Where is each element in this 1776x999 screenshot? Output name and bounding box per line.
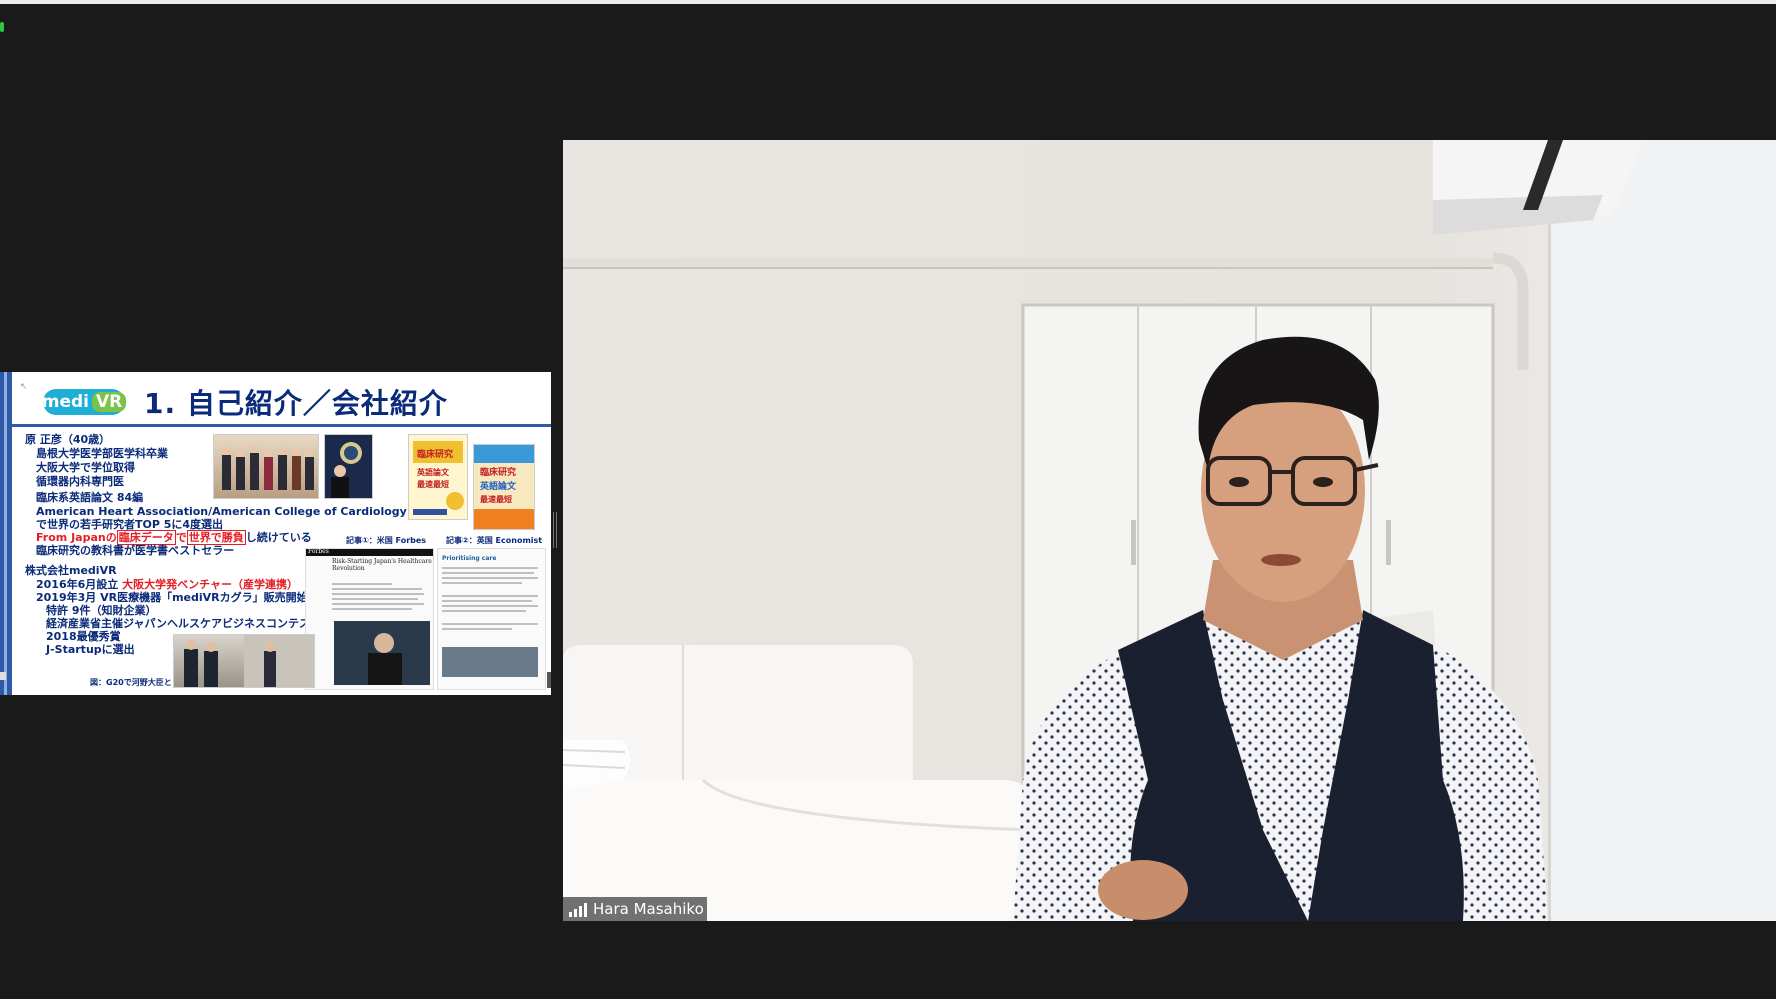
caption-economist: 記事②：英国 Economist: [446, 536, 543, 545]
book-cover-2: 臨床研究 英語論文 最速最短: [473, 444, 535, 530]
slide-left-bar-accent: [4, 372, 7, 695]
book-cover-1: 臨床研究 英語論文 最速最短: [408, 434, 468, 520]
signal-strength-icon: [569, 902, 587, 917]
economist-article: Prioritising care: [437, 548, 546, 690]
svg-text:最速最短: 最速最短: [480, 494, 512, 504]
participant-name-tag: Hara Masahiko: [563, 897, 707, 921]
slide-line-patents: 特許 9件（知財企業）: [46, 604, 157, 617]
cursor-icon: ↖: [20, 382, 28, 392]
slide-header-divider: [12, 424, 551, 427]
slide-line-name: 原 正彦（40歳）: [25, 433, 111, 446]
slide-scroll-right-handle[interactable]: [547, 672, 551, 688]
svg-text:臨床研究: 臨床研究: [417, 448, 453, 460]
slide-line-edu1: 島根大学医学部医学科卒業: [36, 447, 168, 460]
slide-line-company: 株式会社mediVR: [25, 564, 117, 577]
participant-video[interactable]: [563, 140, 1776, 921]
slide-line-product: 2019年3月 VR医療機器「mediVRカグラ」販売開始: [36, 591, 308, 604]
slide-line-award: 2018最優秀賞: [46, 630, 121, 643]
connection-indicator-icon: [0, 22, 4, 32]
shared-screen-slide[interactable]: ↖ medi VR 1. 自己紹介／会社紹介 原 正彦（40歳） 島根大学医学部医…: [0, 372, 551, 695]
panel-resize-handle[interactable]: [553, 512, 557, 548]
slide-line-bestseller: 臨床研究の教科書が医学書ベストセラー: [36, 544, 235, 557]
slide-line-from-japan: From Japanの 臨床データで世界で勝負 し続けている: [36, 530, 312, 545]
video-scene: [563, 140, 1776, 921]
forbes-photo: [334, 621, 430, 685]
slide-scroll-left-handle[interactable]: [0, 672, 6, 680]
slide-line-edu2: 大阪大学で学位取得: [36, 461, 135, 474]
slide-line-papers: 臨床系英語論文 84編: [36, 491, 144, 504]
award-photo: [324, 434, 373, 499]
forbes-article: Forbes Risk-Starting Japan's Healthcare …: [305, 548, 434, 690]
slide-line-founded: 2016年6月設立 大阪大学発ベンチャー（産学連携）: [36, 578, 298, 591]
top-window-strip: [0, 0, 1776, 4]
svg-text:臨床研究: 臨床研究: [480, 466, 516, 478]
slide-line-specialty: 循環器内科専門医: [36, 475, 124, 488]
g20-photo: [173, 634, 315, 688]
economist-headline: Prioritising care: [442, 555, 497, 562]
slide-line-contest: 経済産業省主催ジャパンヘルスケアビジネスコンテスト: [46, 617, 321, 630]
forbes-brand: Forbes: [308, 548, 329, 555]
group-photo: [213, 434, 319, 499]
slide-title: 1. 自己紹介／会社紹介: [144, 387, 448, 420]
participant-name: Hara Masahiko: [593, 900, 704, 918]
forbes-headline: Risk-Starting Japan's Healthcare Revolut…: [332, 558, 432, 572]
caption-forbes: 記事①：米国 Forbes: [346, 536, 427, 545]
economist-photo: [442, 647, 538, 677]
svg-text:英語論文: 英語論文: [416, 467, 450, 477]
svg-text:最速最短: 最速最短: [417, 479, 449, 489]
svg-text:英語論文: 英語論文: [479, 480, 517, 492]
slide-line-jstartup: J-Startupに選出: [46, 643, 135, 656]
medivr-logo: medi VR: [42, 389, 127, 415]
caption-g20: 図：G20で河野大臣と: [90, 678, 172, 687]
slide-line-aha: American Heart Association/American Coll…: [36, 505, 407, 518]
